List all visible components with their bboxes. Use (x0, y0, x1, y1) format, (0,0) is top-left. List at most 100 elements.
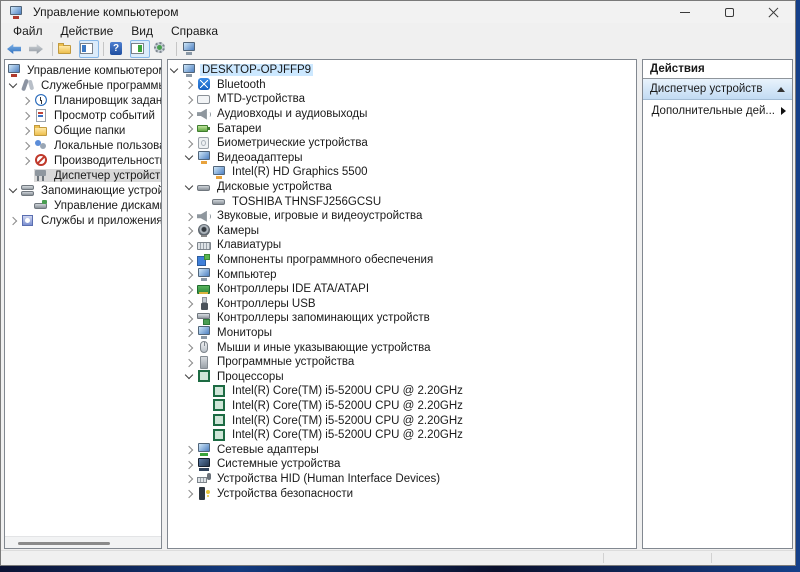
tree-item[interactable]: Звуковые, игровые и видеоустройства (168, 209, 636, 224)
chevron-collapsed-icon[interactable] (185, 139, 194, 148)
chevron-collapsed-icon[interactable] (22, 96, 31, 105)
tree-item[interactable]: Дисковые устройства (168, 180, 636, 195)
tree-item[interactable]: Сетевые адаптеры (168, 442, 636, 457)
chevron-collapsed-icon[interactable] (185, 212, 194, 221)
chevron-collapsed-icon[interactable] (22, 141, 31, 150)
tree-item[interactable]: Intel(R) Core(TM) i5-5200U CPU @ 2.20GHz (168, 428, 636, 443)
console-tree-toggle[interactable] (79, 40, 99, 58)
tree-item[interactable]: Управление дисками (5, 198, 161, 213)
chevron-collapsed-icon[interactable] (22, 111, 31, 120)
help-button[interactable] (108, 40, 128, 58)
chevron-collapsed-icon[interactable] (185, 110, 194, 119)
chevron-collapsed-icon[interactable] (185, 80, 194, 89)
tree-item[interactable]: Диспетчер устройств (5, 168, 161, 183)
remote-computer-button[interactable] (181, 40, 201, 58)
tree-item[interactable]: Видеоадаптеры (168, 151, 636, 166)
maximize-button[interactable] (707, 1, 751, 23)
tree-item[interactable]: Просмотр событий (5, 108, 161, 123)
tree-item[interactable]: DESKTOP-OPJFFP9 (168, 63, 636, 78)
tree-item[interactable]: Компоненты программного обеспечения (168, 253, 636, 268)
tree-item[interactable]: Аудиовходы и аудиовыходы (168, 107, 636, 122)
menu-item-Вид[interactable]: Вид (122, 24, 162, 38)
chevron-expanded-icon[interactable] (185, 153, 194, 162)
chevron-collapsed-icon[interactable] (185, 358, 194, 367)
tree-item[interactable]: TOSHIBA THNSFJ256GCSU (168, 194, 636, 209)
tree-item[interactable]: Intel(R) HD Graphics 5500 (168, 165, 636, 180)
tree-item-label: Программные устройства (215, 356, 356, 368)
tree-item[interactable]: Мыши и иные указывающие устройства (168, 340, 636, 355)
tree-item[interactable]: Intel(R) Core(TM) i5-5200U CPU @ 2.20GHz (168, 413, 636, 428)
tree-item[interactable]: Процессоры (168, 369, 636, 384)
tree-item[interactable]: Запоминающие устройст (5, 183, 161, 198)
chevron-collapsed-icon[interactable] (185, 343, 194, 352)
chevron-collapsed-icon[interactable] (9, 216, 18, 225)
chevron-expanded-icon[interactable] (185, 183, 194, 192)
tree-item[interactable]: Служебные программы (5, 78, 161, 93)
tree-item[interactable]: Общие папки (5, 123, 161, 138)
forward-button[interactable] (28, 40, 48, 58)
tree-item[interactable]: Планировщик заданий (5, 93, 161, 108)
actions-more-label: Дополнительные дей... (652, 105, 775, 117)
chevron-collapsed-icon[interactable] (185, 445, 194, 454)
chevron-collapsed-icon[interactable] (22, 156, 31, 165)
tree-item[interactable]: Мониторы (168, 326, 636, 341)
chevron-collapsed-icon[interactable] (185, 124, 194, 133)
close-button[interactable] (751, 1, 795, 23)
chevron-collapsed-icon[interactable] (185, 460, 194, 469)
tree-item[interactable]: Контроллеры USB (168, 297, 636, 312)
chevron-collapsed-icon[interactable] (185, 314, 194, 323)
menu-item-Справка[interactable]: Справка (162, 24, 227, 38)
action-pane-toggle[interactable] (130, 40, 150, 58)
chevron-expanded-icon[interactable] (9, 186, 18, 195)
chevron-collapsed-icon[interactable] (185, 270, 194, 279)
tree-item[interactable]: Клавиатуры (168, 238, 636, 253)
tree-item[interactable]: Устройства безопасности (168, 486, 636, 501)
menu-item-Действие[interactable]: Действие (52, 24, 123, 38)
window-title: Управление компьютером (33, 5, 178, 19)
chevron-collapsed-icon[interactable] (185, 489, 194, 498)
tree-item[interactable]: Программные устройства (168, 355, 636, 370)
horizontal-scrollbar[interactable] (5, 536, 161, 548)
chevron-expanded-icon[interactable] (185, 372, 194, 381)
chevron-expanded-icon[interactable] (9, 81, 18, 90)
properties-button[interactable] (152, 40, 172, 58)
tree-item[interactable]: Батареи (168, 121, 636, 136)
chevron-collapsed-icon[interactable] (185, 226, 194, 235)
tree-item[interactable]: Компьютер (168, 267, 636, 282)
tree-item[interactable]: Системные устройства (168, 457, 636, 472)
chevron-collapsed-icon[interactable] (185, 328, 194, 337)
scrollbar-thumb[interactable] (18, 542, 110, 545)
chevron-collapsed-icon[interactable] (185, 299, 194, 308)
actions-more-item[interactable]: Дополнительные дей... (643, 100, 792, 122)
minimize-button[interactable] (663, 1, 707, 23)
tree-item[interactable]: Производительность (5, 153, 161, 168)
menu-item-Файл[interactable]: Файл (4, 24, 52, 38)
tree-item[interactable]: Контроллеры IDE ATA/ATAPI (168, 282, 636, 297)
tree-item[interactable]: Локальные пользовате (5, 138, 161, 153)
tree-item[interactable]: MTD-устройства (168, 92, 636, 107)
tree-item[interactable]: Управление компьютером (л (5, 63, 161, 78)
computer-icon (197, 268, 211, 281)
tree-item[interactable]: Intel(R) Core(TM) i5-5200U CPU @ 2.20GHz (168, 384, 636, 399)
tree-item[interactable]: Устройства HID (Human Interface Devices) (168, 472, 636, 487)
chevron-collapsed-icon[interactable] (22, 126, 31, 135)
up-level-button[interactable] (57, 40, 77, 58)
actions-section-header[interactable]: Диспетчер устройств (643, 79, 792, 100)
tree-item[interactable]: Камеры (168, 224, 636, 239)
chevron-collapsed-icon[interactable] (185, 241, 194, 250)
tree-item-content: Intel(R) Core(TM) i5-5200U CPU @ 2.20GHz (212, 414, 465, 427)
back-button[interactable] (6, 40, 26, 58)
tree-item-label: Камеры (215, 225, 261, 237)
tree-item[interactable]: Intel(R) Core(TM) i5-5200U CPU @ 2.20GHz (168, 399, 636, 414)
chevron-collapsed-icon[interactable] (185, 285, 194, 294)
chevron-up-icon[interactable] (777, 87, 785, 92)
tree-item[interactable]: Службы и приложения (5, 213, 161, 228)
chevron-collapsed-icon[interactable] (185, 474, 194, 483)
chevron-collapsed-icon[interactable] (185, 95, 194, 104)
tree-item[interactable]: Биометрические устройства (168, 136, 636, 151)
chevron-expanded-icon[interactable] (170, 66, 179, 75)
tree-item[interactable]: Контроллеры запоминающих устройств (168, 311, 636, 326)
chevron-collapsed-icon[interactable] (185, 256, 194, 265)
tree-item[interactable]: Bluetooth (168, 78, 636, 93)
tree-item-content: Производительность (34, 154, 162, 167)
